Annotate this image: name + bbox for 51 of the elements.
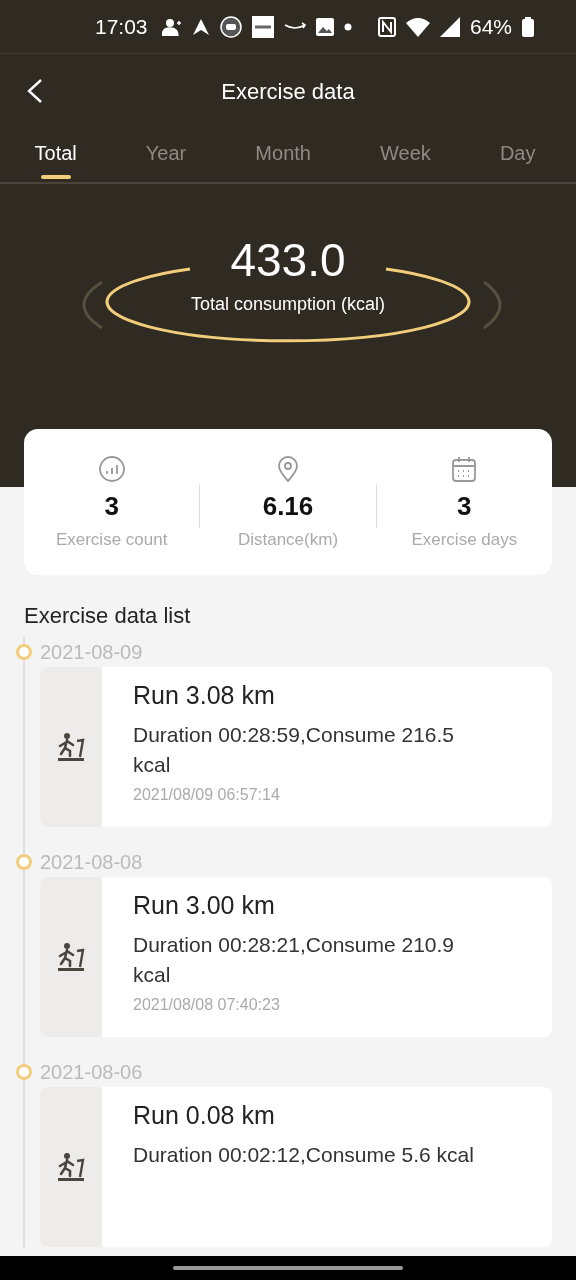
dot-icon — [343, 22, 352, 31]
stat-value: 3 — [457, 490, 472, 522]
smile-curve-icon — [283, 21, 306, 32]
exercise-title: Run 3.00 km — [133, 891, 276, 920]
exercise-detail: Duration 00:28:21,Consume 210.9 kcal — [133, 932, 456, 988]
entry-date: 2021-08-08 — [40, 850, 143, 874]
entry-date: 2021-08-06 — [40, 1060, 143, 1084]
stat-value: 6.16 — [262, 490, 314, 522]
total-label: Total consumption (kcal) — [190, 294, 386, 315]
total-value: 433.0 — [230, 234, 346, 286]
list-title: Exercise data list — [23, 602, 192, 630]
person-add-icon — [161, 17, 182, 36]
treadmill-runner-icon — [55, 1151, 87, 1183]
stat-value: 3 — [104, 490, 119, 522]
treadmill-runner-icon — [55, 941, 87, 973]
calendar-icon — [450, 454, 479, 483]
exercise-time: 2021/08/08 07:40:23 — [133, 996, 281, 1014]
signal-icon — [439, 16, 460, 37]
stat-label: Distance(km) — [237, 529, 339, 550]
stat-label: Exercise days — [411, 529, 518, 550]
exercise-card[interactable]: Run 3.00 km Duration 00:28:21,Consume 210.9 kcal 2021/08/08 07:40:23 — [40, 877, 552, 1037]
exercise-detail: Duration 00:02:12,Consume 5.6 kcal — [133, 1142, 475, 1168]
stat-label: Exercise count — [55, 529, 168, 550]
exercise-card[interactable]: Run 3.08 km Duration 00:28:59,Consume 216.5 kcal 2021/08/09 06:57:14 — [40, 667, 552, 827]
app-square-icon — [251, 15, 274, 38]
exercise-detail: Duration 00:28:59,Consume 216.5 kcal — [133, 722, 456, 778]
timeline-dot — [16, 854, 32, 870]
back-chevron-icon — [26, 78, 44, 104]
period-tab[interactable]: Week — [374, 130, 437, 182]
app-badge-icon — [219, 15, 242, 38]
exercise-title: Run 3.08 km — [133, 681, 276, 710]
treadmill-runner-icon — [55, 731, 87, 763]
battery-icon — [522, 16, 534, 37]
wifi-icon — [405, 16, 430, 37]
timeline-dot — [16, 1064, 32, 1080]
image-icon — [315, 17, 334, 36]
period-tab[interactable]: Month — [249, 130, 317, 182]
period-tab[interactable]: Total — [28, 130, 83, 182]
battery-percent: 64% — [469, 14, 512, 39]
entry-date: 2021-08-09 — [40, 640, 143, 664]
chart-icon — [97, 454, 126, 483]
status-time: 17:03 — [95, 14, 148, 39]
exercise-time: 2021/08/09 06:57:14 — [133, 786, 281, 804]
exercise-title: Run 0.08 km — [133, 1101, 276, 1130]
nfc-icon — [377, 16, 396, 37]
period-tab[interactable]: Year — [139, 130, 193, 182]
exercise-card[interactable]: Run 0.08 km Duration 00:02:12,Consume 5.6 kcal — [40, 1087, 552, 1247]
page-title: Exercise data — [221, 79, 355, 105]
triangle-icon — [191, 17, 210, 36]
period-tab[interactable]: Day — [493, 130, 542, 182]
timeline-dot — [16, 644, 32, 660]
